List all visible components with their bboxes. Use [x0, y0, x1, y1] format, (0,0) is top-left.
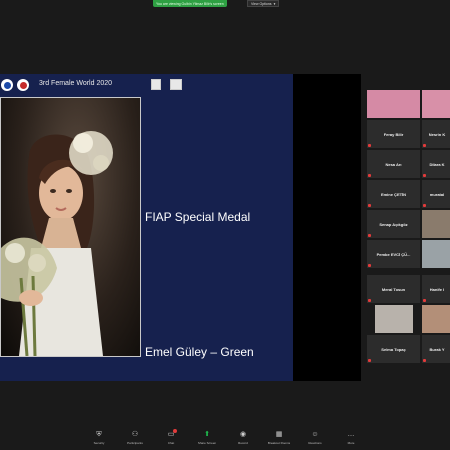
girl-portrait-image: [1, 131, 113, 356]
muted-mic-icon: [423, 359, 426, 362]
screen-sharing-banner: You are viewing Gulbin Yilmaz Bilir's sc…: [153, 0, 227, 7]
muted-mic-icon: [423, 144, 426, 147]
muted-mic-icon: [423, 299, 426, 302]
participants-icon: ⚇: [131, 431, 139, 438]
participant-tile[interactable]: Burak Y: [422, 335, 450, 363]
participant-tile[interactable]: Senap Açıkgöz: [367, 210, 420, 238]
slide-title: 3rd Female World 2020: [39, 80, 113, 87]
breakout-rooms-button[interactable]: ▦ Breakout Rooms: [268, 423, 290, 450]
participant-name: Emine ÇETİN: [380, 191, 407, 197]
participant-tile[interactable]: muratal: [422, 180, 450, 208]
participant-name: Hanife I: [429, 286, 445, 292]
meeting-toolbar: ⛨ Security ⚇ Participants ▭ Chat ⬆ Share…: [0, 423, 450, 450]
muted-mic-icon: [368, 359, 371, 362]
share-screen-button[interactable]: ⬆ Share Screen: [196, 423, 218, 450]
participant-name: Feray Bilir: [383, 131, 404, 137]
participant-name: Burak Y: [429, 346, 445, 352]
record-button[interactable]: ◉ Record: [232, 423, 254, 450]
shield-icon: ⛨: [96, 431, 102, 438]
unread-badge: [173, 429, 177, 433]
participant-tile[interactable]: Nesrin K: [422, 120, 450, 148]
club-logo-icon: [1, 79, 13, 91]
more-icon: …: [347, 431, 355, 438]
participant-tile[interactable]: Nesa Arı: [367, 150, 420, 178]
participants-button[interactable]: ⚇ Participants: [124, 423, 146, 450]
participant-video-tile[interactable]: [375, 305, 413, 333]
more-button[interactable]: … More: [340, 423, 362, 450]
participant-video-tile[interactable]: [422, 240, 450, 268]
muted-mic-icon: [368, 234, 371, 237]
sharing-text: You are viewing Gulbin Yilmaz Bilir's sc…: [156, 1, 224, 6]
muted-mic-icon: [368, 174, 371, 177]
participant-tile[interactable]: Selma Topaç: [367, 335, 420, 363]
participant-video-tile[interactable]: [422, 90, 450, 118]
fiap-logo-icon: [17, 79, 29, 91]
participant-name: Nesa Arı: [385, 161, 402, 167]
participant-tile[interactable]: Emine ÇETİN: [367, 180, 420, 208]
participant-video-tile[interactable]: [367, 90, 420, 118]
security-button[interactable]: ⛨ Security: [88, 423, 110, 450]
participant-name: Meral Tosun: [381, 286, 406, 292]
participant-tile[interactable]: Feray Bilir: [367, 120, 420, 148]
reactions-icon: ☺: [311, 431, 319, 438]
muted-mic-icon: [368, 264, 371, 267]
record-icon: ◉: [239, 431, 247, 438]
participant-gallery: Feray Bilir Nesrin K Nesa Arı Dilara K E…: [367, 90, 450, 385]
participant-tile[interactable]: Hanife I: [422, 275, 450, 303]
participant-tile[interactable]: Pembe EVCİ ÇÜ...: [367, 240, 420, 268]
award-photograph: [0, 97, 141, 357]
participant-name: Pembe EVCİ ÇÜ...: [376, 251, 411, 257]
participant-tile[interactable]: Dilara K: [422, 150, 450, 178]
participant-name: Senap Açıkgöz: [379, 221, 408, 227]
view-options-label: View Options: [251, 1, 272, 6]
participant-name: Selma Topaç: [381, 346, 406, 352]
award-title: FIAP Special Medal: [145, 210, 251, 224]
organizer-logos: [0, 74, 29, 96]
participant-tile[interactable]: Meral Tosun: [367, 275, 420, 303]
photo-author: Emel Güley – Green: [145, 345, 254, 359]
view-options-button[interactable]: View Options ▾: [247, 0, 280, 7]
reactions-button[interactable]: ☺ Reactions: [304, 423, 326, 450]
patron-logo-icon: [151, 79, 161, 90]
breakout-rooms-icon: ▦: [275, 431, 283, 438]
participant-video-tile[interactable]: [422, 210, 450, 238]
chat-button[interactable]: ▭ Chat: [160, 423, 182, 450]
chevron-down-icon: ▾: [273, 1, 276, 6]
muted-mic-icon: [368, 204, 371, 207]
share-screen-icon: ⬆: [204, 431, 210, 438]
participant-name: Dilara K: [429, 161, 445, 167]
participant-name: Nesrin K: [428, 131, 446, 137]
muted-mic-icon: [368, 299, 371, 302]
participant-video-tile[interactable]: [422, 305, 450, 333]
muted-mic-icon: [423, 174, 426, 177]
muted-mic-icon: [423, 204, 426, 207]
muted-mic-icon: [368, 144, 371, 147]
participant-name: muratal: [429, 191, 445, 197]
sponsor-logo-icon: [170, 79, 182, 90]
letterbox-area: [293, 74, 361, 381]
